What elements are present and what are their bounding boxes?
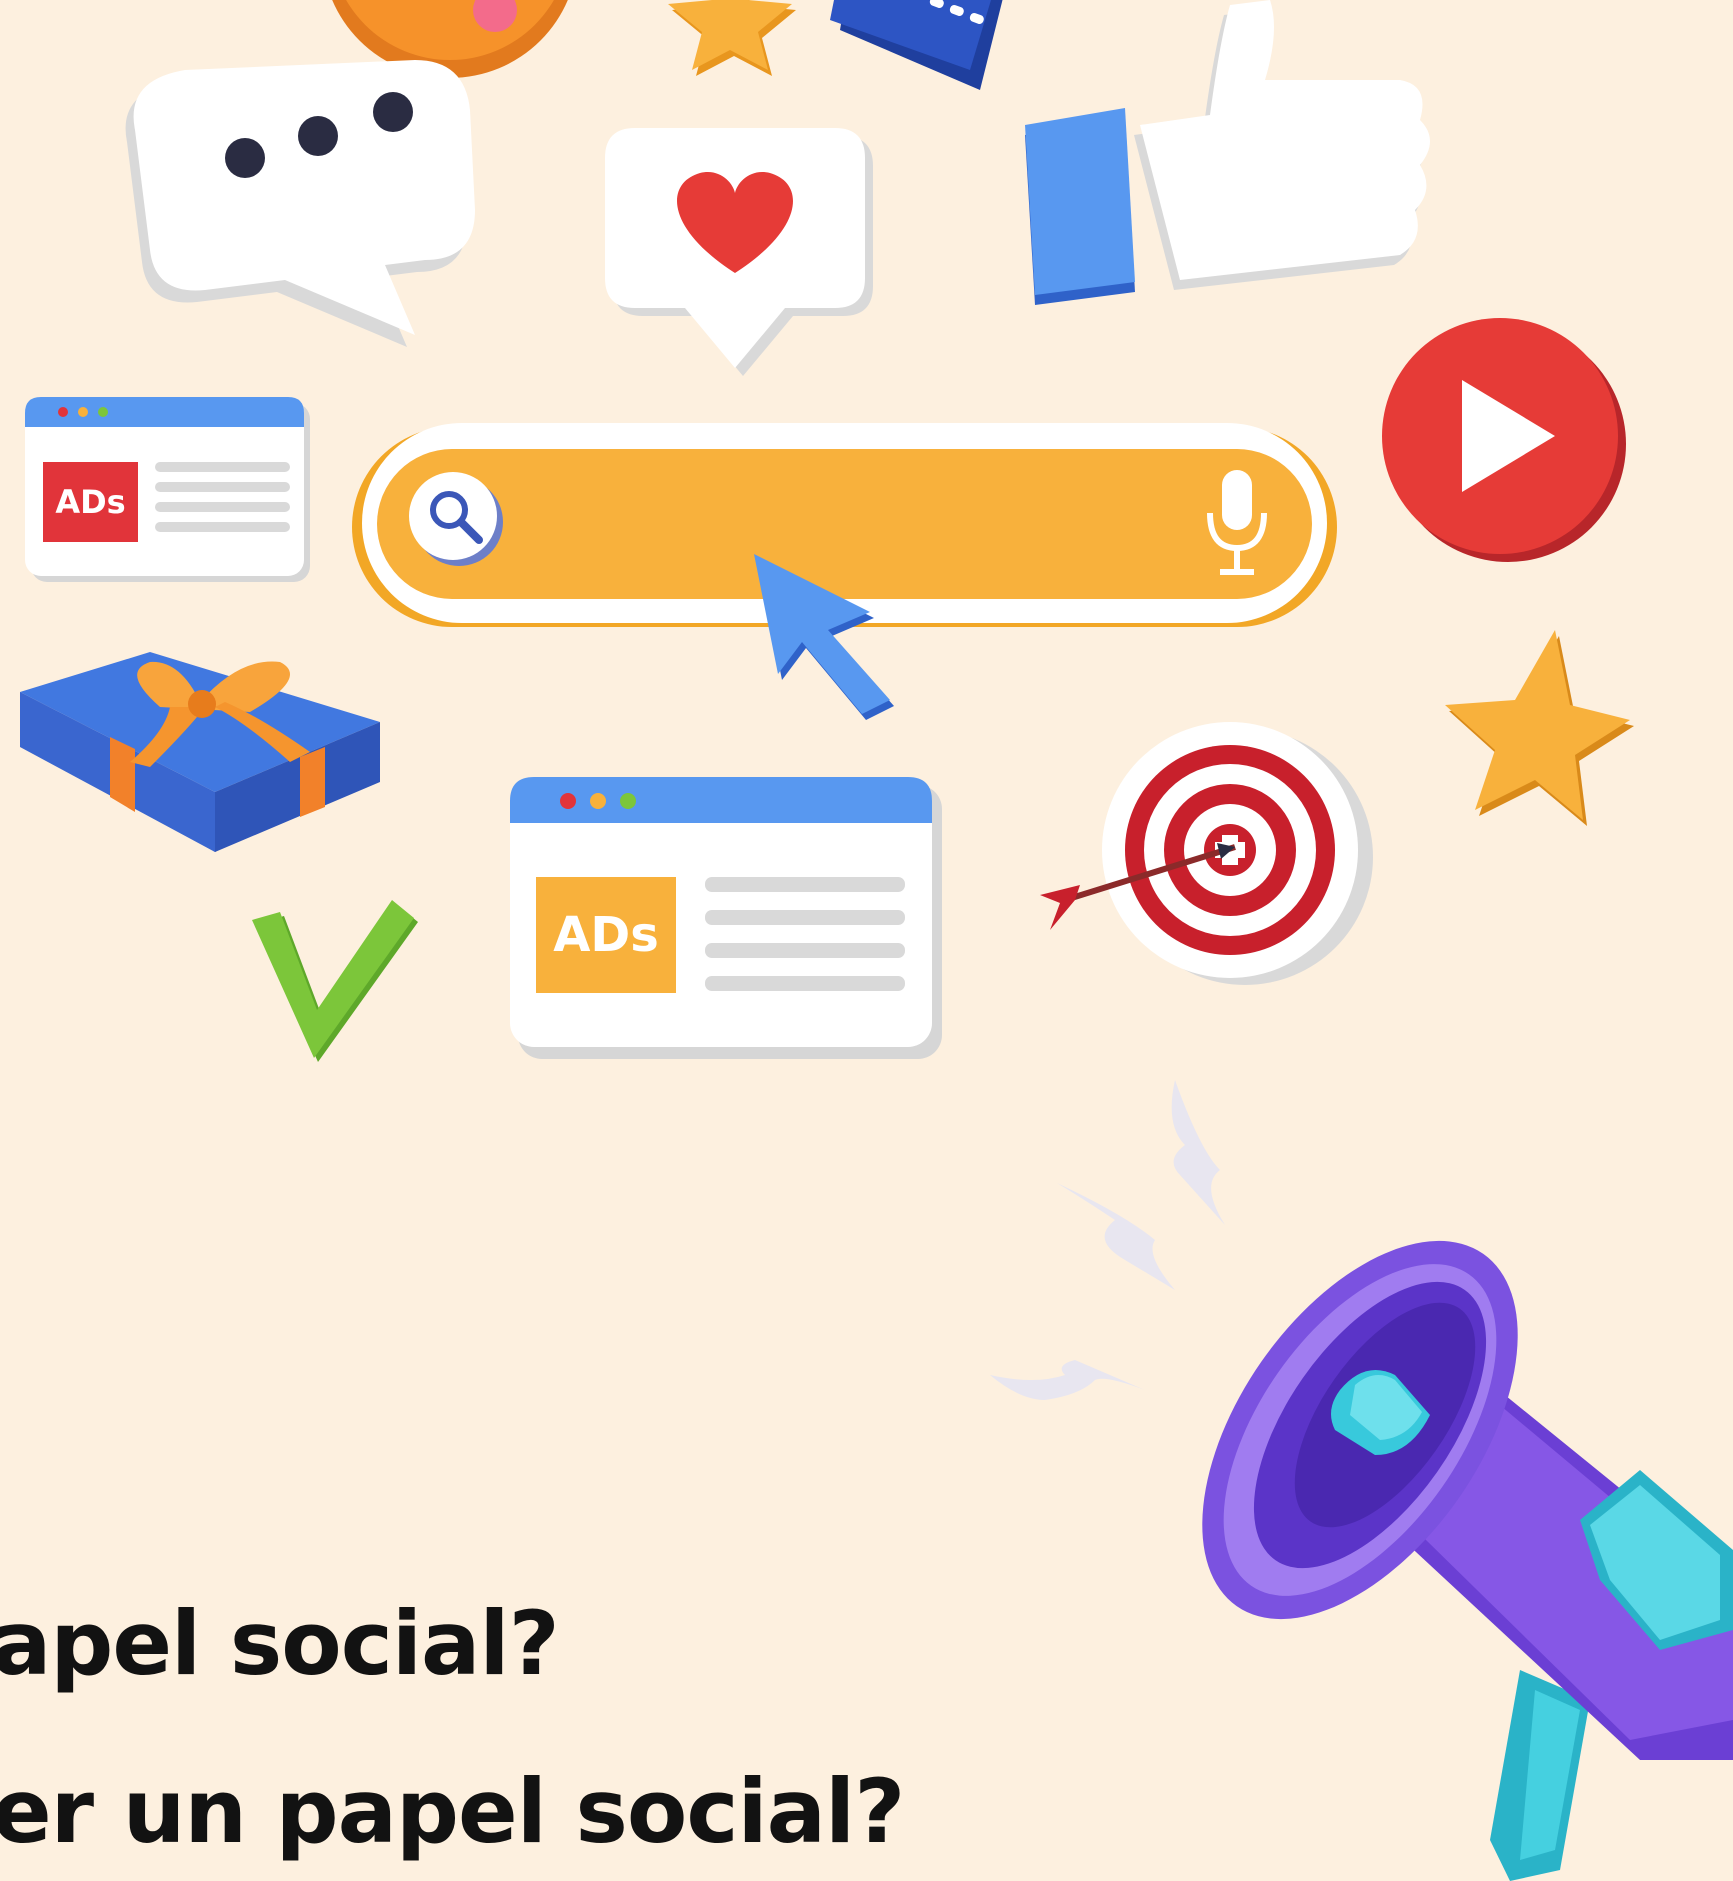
ads-browser-small: ADs	[25, 397, 310, 582]
microphone-icon[interactable]	[1202, 468, 1272, 578]
megaphone-icon	[1202, 1240, 1733, 1881]
search-input[interactable]	[502, 493, 1152, 553]
ads-browser-large: ADs	[510, 777, 942, 1059]
thumbs-up-icon	[1025, 0, 1430, 305]
ads-label: ADs	[55, 483, 126, 521]
star-icon	[1445, 630, 1634, 826]
heart-like-icon	[605, 128, 873, 376]
search-icon[interactable]	[407, 468, 517, 578]
caption-line-2: er un papel social?	[0, 1760, 905, 1863]
ads-label: ADs	[553, 907, 659, 963]
gift-box-icon	[20, 652, 380, 852]
play-button-icon	[1382, 318, 1626, 562]
cursor-arrow-icon	[754, 554, 894, 720]
caption-line-1: apel social?	[0, 1592, 560, 1695]
star-icon	[668, 0, 796, 76]
chat-bubble-icon	[125, 60, 476, 347]
target-icon	[1040, 722, 1373, 985]
calculator-icon	[830, 0, 1003, 90]
check-mark-icon	[252, 900, 418, 1062]
